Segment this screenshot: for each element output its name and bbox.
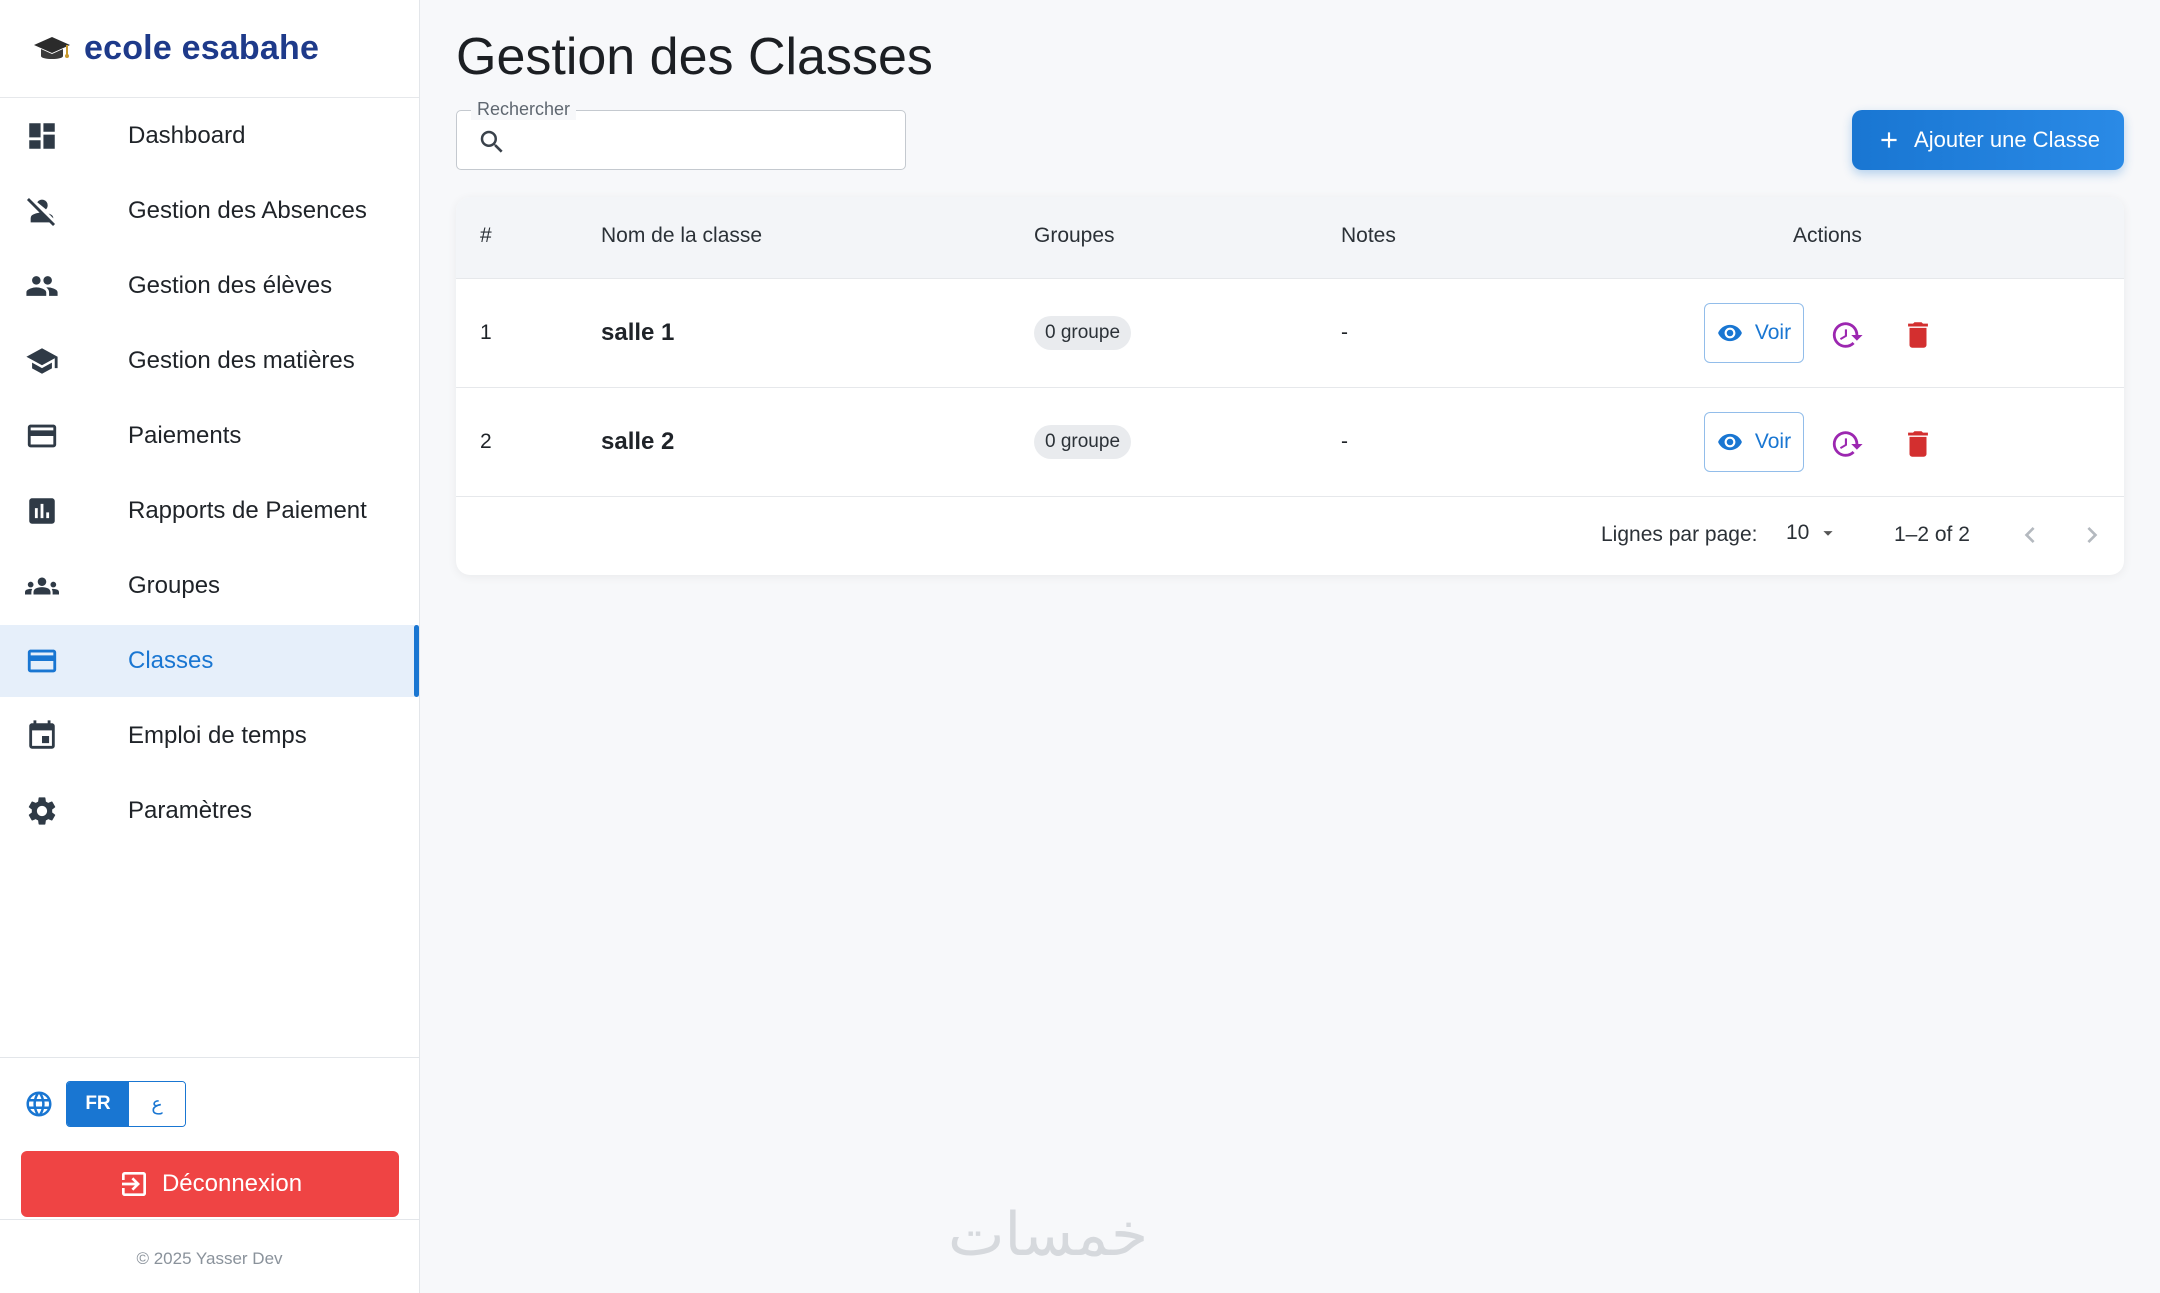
rows-per-page-label: Lignes par page: [1601,523,1758,546]
search-field[interactable]: Rechercher [456,99,906,170]
sidebar-item-label: Gestion des élèves [128,272,333,299]
row-notes: - [1341,430,1348,453]
table-row: 2 salle 2 0 groupe - Voir [456,388,2124,497]
lang-fr-button[interactable]: FR [67,1082,129,1126]
calendar-icon [29,720,55,749]
delete-button[interactable] [1901,427,1935,461]
pagination-range: 1–2 of 2 [1894,523,1970,546]
language-switcher: FR ع [0,1058,419,1127]
chart-icon [29,498,55,524]
sidebar-item-payment-reports[interactable]: Rapports de Paiement [0,475,419,547]
table-header: # Nom de la classe Groupes Notes Actions [456,197,2124,279]
sidebar-item-subjects[interactable]: Gestion des matières [0,325,419,397]
sidebar-item-label: Classes [128,647,214,674]
sidebar-item-students[interactable]: Gestion des élèves [0,250,419,322]
search-input[interactable] [519,121,889,161]
sidebar-item-label: Gestion des matières [128,347,355,374]
view-button[interactable]: Voir [1704,303,1804,363]
header-groups: Groupes [1034,224,1115,247]
rows-per-page-value: 10 [1786,521,1810,544]
row-class-name: salle 2 [601,428,675,455]
graduation-cap-icon [34,36,70,59]
header-num: # [480,224,492,247]
sidebar: ecole esabahe Dashboard Gestion des Abse… [0,0,420,1293]
history-icon [1832,431,1863,457]
history-button[interactable] [1830,318,1864,352]
groups-chip: 0 groupe [1034,316,1132,350]
sidebar-item-timetable[interactable]: Emploi de temps [0,700,419,772]
divider [0,1219,419,1220]
pagination: Lignes par page: 10 1–2 of 2 [456,497,2124,575]
rows-per-page-select[interactable]: 10 [1786,521,1839,545]
eye-icon [1717,324,1742,342]
search-label: Rechercher [471,99,577,120]
row-num: 1 [480,321,492,344]
lang-ar-button[interactable]: ع [129,1082,185,1126]
credit-card-icon [27,424,57,448]
gear-icon [28,797,56,825]
main-content: Gestion des Classes Rechercher Ajouter u… [420,0,2160,1293]
view-label: Voir [1754,321,1792,344]
school-icon [26,348,58,374]
row-num: 2 [480,430,492,453]
header-notes: Notes [1341,224,1396,247]
trash-icon [1908,322,1928,348]
groups-icon [25,577,59,595]
classes-table: # Nom de la classe Groupes Notes Actions… [456,197,2124,575]
dashboard-icon [29,123,55,149]
eye-icon [1717,433,1742,451]
add-class-label: Ajouter une Classe [1914,127,2100,152]
sidebar-item-absences[interactable]: Gestion des Absences [0,175,419,247]
credit-card-icon [27,649,57,673]
sidebar-item-payments[interactable]: Paiements [0,400,419,472]
globe-icon [26,1091,52,1117]
sidebar-item-label: Paramètres [128,797,253,824]
add-class-button[interactable]: Ajouter une Classe [1852,110,2124,170]
sidebar-nav: Dashboard Gestion des Absences Gestion d… [0,100,419,847]
search-icon [480,130,503,153]
chevron-right-icon [2087,527,2098,543]
copyright: © 2025 Yasser Dev [136,1249,283,1268]
sidebar-item-groups[interactable]: Groupes [0,550,419,622]
sidebar-item-classes[interactable]: Classes [0,625,419,697]
row-notes: - [1341,321,1348,344]
language-toggle: FR ع [66,1081,186,1127]
sidebar-item-label: Dashboard [128,122,246,149]
chevron-left-icon [2024,527,2035,543]
next-page-button[interactable] [2076,519,2108,551]
sidebar-item-label: Rapports de Paiement [128,497,367,524]
people-icon [26,276,58,296]
logout-icon [121,1172,146,1196]
sidebar-item-label: Groupes [128,572,221,599]
history-button[interactable] [1830,427,1864,461]
app: ecole esabahe Dashboard Gestion des Abse… [0,0,2160,1293]
row-class-name: salle 1 [601,319,675,346]
sidebar-item-settings[interactable]: Paramètres [0,775,419,847]
previous-page-button[interactable] [2014,519,2046,551]
person-off-icon [26,197,56,227]
trash-icon [1908,431,1928,457]
view-label: Voir [1754,430,1792,453]
sidebar-item-label: Emploi de temps [128,722,307,749]
sidebar-item-dashboard[interactable]: Dashboard [0,100,419,172]
view-button[interactable]: Voir [1704,412,1804,472]
brand-name: ecole esabahe [84,29,320,67]
table-row: 1 salle 1 0 groupe - Voir [456,279,2124,388]
logout-button[interactable]: Déconnexion [21,1151,399,1217]
sidebar-item-label: Paiements [128,422,242,449]
dropdown-arrow-icon [1823,531,1833,536]
header-name: Nom de la classe [601,224,763,247]
plus-icon [1881,132,1897,148]
page-title: Gestion des Classes [456,28,933,86]
brand[interactable]: ecole esabahe [0,0,419,98]
groups-chip: 0 groupe [1034,425,1132,459]
sidebar-item-label: Gestion des Absences [128,197,367,224]
history-icon [1832,322,1863,348]
delete-button[interactable] [1901,318,1935,352]
watermark: خمسات [948,1200,1149,1270]
sidebar-footer: FR ع Déconnexion © 2025 Yasser Dev [0,1057,419,1268]
header-actions: Actions [1793,224,1862,247]
logout-label: Déconnexion [161,1170,303,1197]
